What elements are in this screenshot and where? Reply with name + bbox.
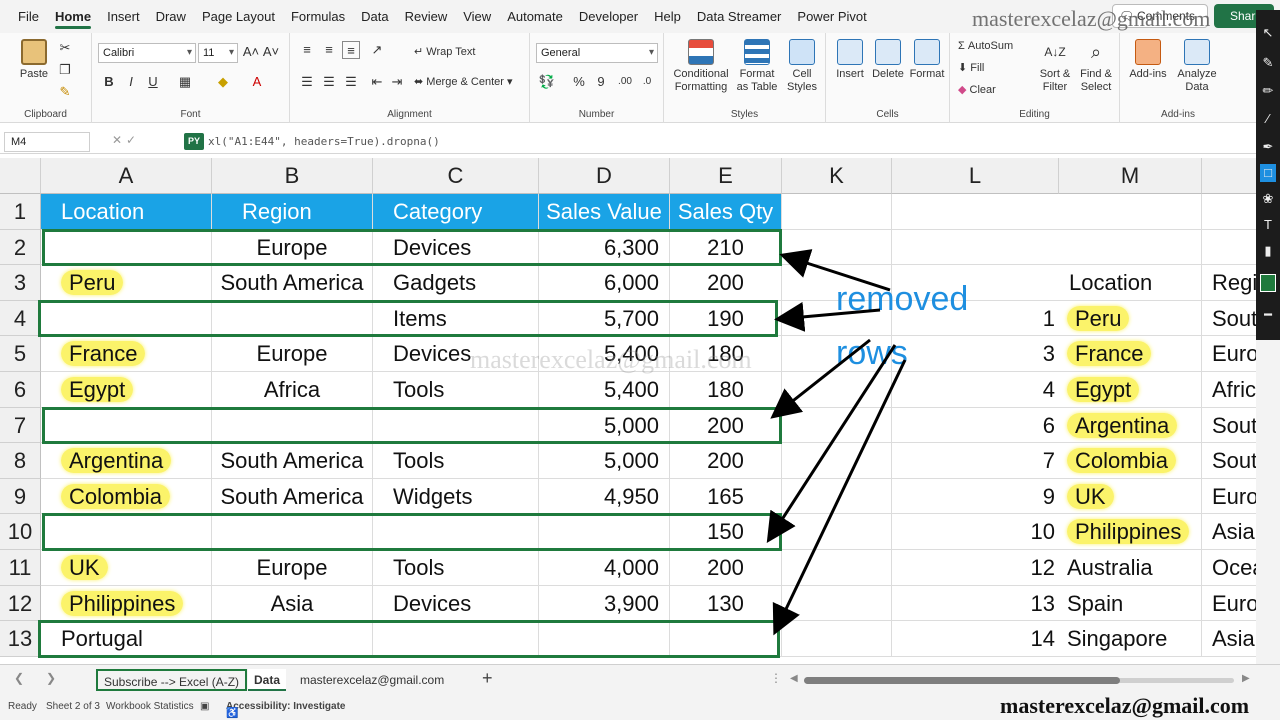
color-swatch-icon[interactable] (1260, 274, 1276, 292)
status-ready: Ready (8, 701, 37, 712)
scroll-thumb[interactable] (804, 677, 1120, 684)
accessibility-icon: ♿ (226, 708, 239, 719)
rectangle-icon[interactable]: □ (1260, 164, 1276, 182)
sheet-tab-data[interactable]: Data (248, 669, 287, 691)
excel-window: File Home Insert Draw Page Layout Formul… (0, 0, 1280, 720)
scroll-right-icon[interactable]: ▶ (1242, 673, 1250, 684)
horizontal-scrollbar[interactable]: ◀ ▶ (790, 673, 1256, 687)
sheet-tab-subscribe[interactable]: Subscribe --> Excel (A-Z) (96, 669, 248, 691)
sheet-tab-email[interactable]: masterexcelaz@gmail.com (294, 669, 450, 691)
brush-icon[interactable]: ✒ (1260, 138, 1276, 156)
prev-sheet-icon[interactable]: ❮ (14, 671, 24, 685)
next-sheet-icon[interactable]: ❯ (46, 671, 56, 685)
sheet-tab-bar: ❮ ❯ Subscribe --> Excel (A-Z) Data maste… (0, 664, 1280, 694)
eraser-tool-icon[interactable]: ▮ (1260, 242, 1276, 260)
vertical-scrollbar[interactable] (1256, 340, 1280, 664)
arrow-to-row-2 (779, 249, 891, 292)
palette-icon[interactable]: ❀ (1260, 190, 1276, 208)
macro-recorder-icon[interactable]: ▣ (200, 701, 209, 712)
text-icon[interactable]: T (1260, 216, 1276, 234)
watermark-top: masterexcelaz@gmail.com (972, 6, 1211, 31)
pen-icon[interactable]: ✎ (1260, 54, 1276, 72)
accessibility-label: Accessibility: Investigate (226, 701, 346, 712)
status-sheet-of: Sheet 2 of 3 (46, 701, 100, 712)
watermark-bottom: masterexcelaz@gmail.com (1000, 693, 1250, 718)
arrow-to-row-4 (774, 301, 881, 332)
annotation-tool-rail: ↖ ✎ ✏ ∕ ✒ □ ❀ T ▮ ━ (1256, 10, 1280, 340)
watermark-center: masterexcelaz@gmail.com (470, 345, 752, 374)
scroll-left-icon[interactable]: ◀ (790, 673, 798, 684)
pointer-icon[interactable]: ↖ (1260, 24, 1276, 42)
status-accessibility[interactable]: ♿ Accessibility: Investigate (226, 701, 346, 719)
status-workbook-stats[interactable]: Workbook Statistics (106, 701, 194, 712)
stroke-width-icon[interactable]: ━ (1260, 306, 1276, 324)
marker-icon[interactable]: ✏ (1260, 82, 1276, 100)
sheet-options-icon[interactable]: ⋮ (770, 671, 782, 685)
add-sheet-icon[interactable]: + (482, 668, 493, 689)
line-icon[interactable]: ∕ (1260, 110, 1276, 128)
